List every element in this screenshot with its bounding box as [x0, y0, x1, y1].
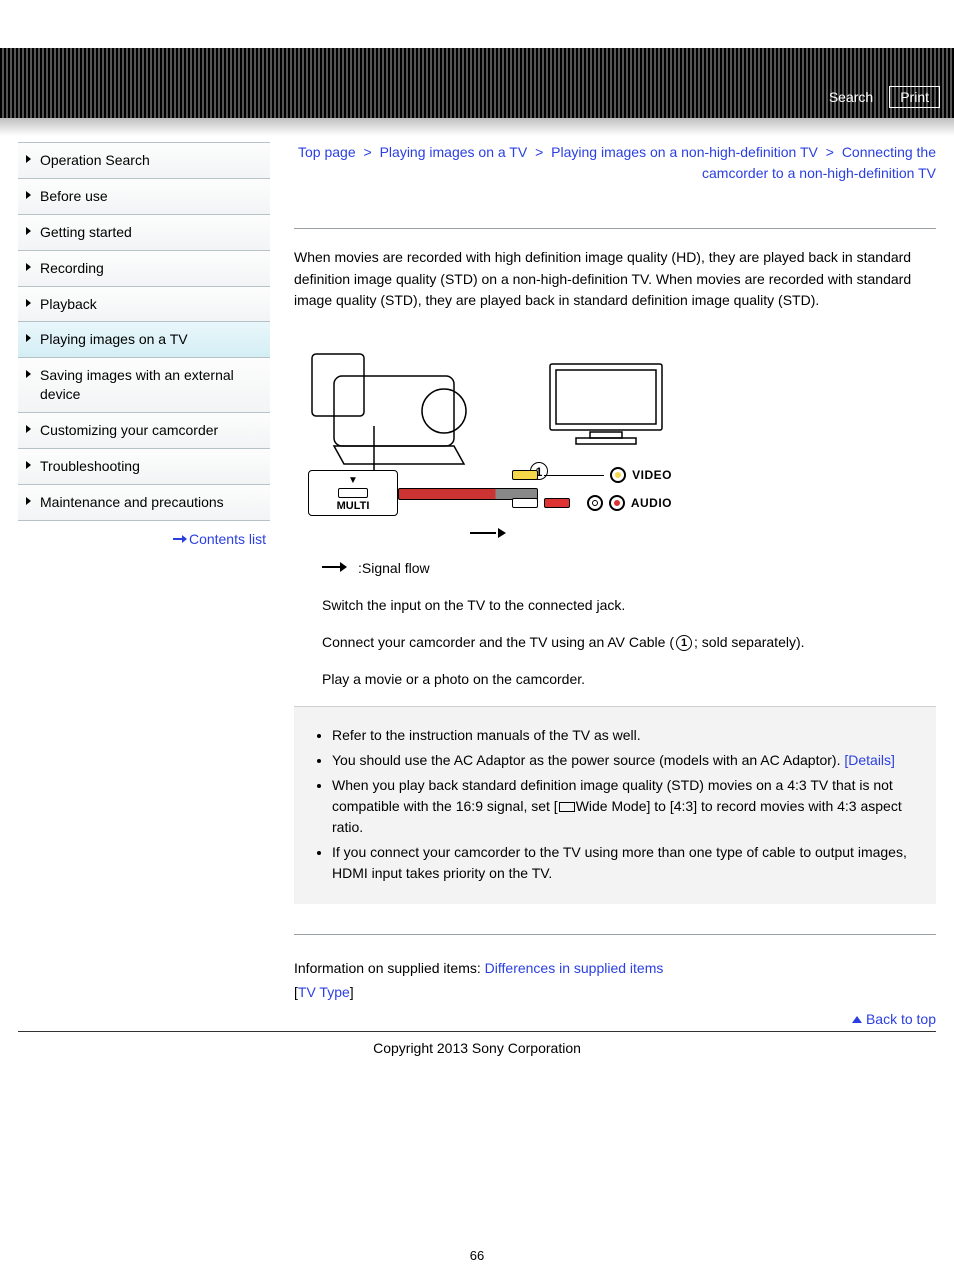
multi-port-icon — [338, 488, 368, 498]
breadcrumb-nonhd[interactable]: Playing images on a non-high-definition … — [551, 144, 818, 160]
sidebar-item-maintenance[interactable]: Maintenance and precautions — [18, 485, 270, 521]
camcorder-icon — [304, 336, 494, 484]
supplied-lead: Information on supplied items: — [294, 960, 485, 976]
note-3: When you play back standard definition i… — [332, 775, 920, 838]
steps: :Signal flow Switch the input on the TV … — [294, 558, 936, 690]
print-button[interactable]: Print — [889, 86, 940, 108]
sidebar-list: Operation Search Before use Getting star… — [18, 142, 270, 521]
breadcrumb: Top page > Playing images on a TV > Play… — [294, 142, 936, 184]
bracket-close: ] — [350, 984, 354, 1000]
signal-flow-legend: :Signal flow — [322, 558, 936, 579]
triangle-down-icon: ▼ — [309, 475, 397, 486]
triangle-up-icon — [852, 1016, 862, 1023]
search-button[interactable]: Search — [821, 87, 881, 107]
breadcrumb-playing[interactable]: Playing images on a TV — [380, 144, 528, 160]
rca-red-icon — [544, 498, 570, 508]
copyright: Copyright 2013 Sony Corporation — [0, 1040, 954, 1056]
breadcrumb-top[interactable]: Top page — [298, 144, 356, 160]
step-3: Play a movie or a photo on the camcorder… — [322, 669, 936, 690]
signal-flow-icon — [322, 562, 352, 572]
sidebar-item-playback[interactable]: Playback — [18, 287, 270, 323]
sidebar-item-recording[interactable]: Recording — [18, 251, 270, 287]
sidebar-item-operation-search[interactable]: Operation Search — [18, 143, 270, 179]
back-to-top-wrap: Back to top — [294, 1011, 936, 1027]
intro-paragraph: When movies are recorded with high defin… — [294, 247, 936, 312]
sidebar-item-before-use[interactable]: Before use — [18, 179, 270, 215]
header-band: Search Print — [0, 48, 954, 118]
back-to-top-link[interactable]: Back to top — [852, 1011, 936, 1027]
differences-link[interactable]: Differences in supplied items — [485, 960, 664, 976]
connection-diagram: ▼ MULTI 1 VIDEO AU — [298, 330, 678, 540]
details-link[interactable]: [Details] — [844, 752, 895, 768]
sidebar: Operation Search Before use Getting star… — [18, 142, 270, 1027]
main-content: Top page > Playing images on a TV > Play… — [294, 142, 936, 1027]
sidebar-item-troubleshooting[interactable]: Troubleshooting — [18, 449, 270, 485]
supplied-info: Information on supplied items: Differenc… — [294, 957, 936, 1005]
multi-port-box: ▼ MULTI — [308, 470, 398, 516]
audio-jack-row: AUDIO — [512, 492, 672, 514]
sidebar-item-playing-on-tv[interactable]: Playing images on a TV — [18, 322, 270, 358]
multi-label: MULTI — [309, 500, 397, 512]
signal-arrow-icon — [470, 528, 506, 538]
divider — [294, 228, 936, 229]
sidebar-item-getting-started[interactable]: Getting started — [18, 215, 270, 251]
rca-yellow-icon — [512, 470, 538, 480]
video-jack-row: VIDEO — [512, 464, 672, 486]
notes-box: Refer to the instruction manuals of the … — [294, 706, 936, 904]
divider — [294, 934, 936, 935]
breadcrumb-sep: > — [364, 144, 372, 160]
video-ring-icon — [610, 467, 626, 483]
callout-1-inline-icon: 1 — [676, 635, 692, 651]
tv-type-link[interactable]: TV Type — [298, 984, 350, 1000]
breadcrumb-sep: > — [535, 144, 543, 160]
footer-divider — [18, 1031, 936, 1032]
step-1: Switch the input on the TV to the connec… — [322, 595, 936, 616]
sidebar-item-customizing[interactable]: Customizing your camcorder — [18, 413, 270, 449]
audio-ring-red-icon — [609, 495, 625, 511]
wide-mode-icon — [559, 802, 575, 812]
contents-list-link-wrap: Contents list — [18, 521, 270, 547]
video-label: VIDEO — [632, 468, 672, 482]
page-number: 66 — [0, 1248, 954, 1263]
note-1: Refer to the instruction manuals of the … — [332, 725, 920, 746]
audio-label: AUDIO — [631, 496, 672, 510]
step-2: Connect your camcorder and the TV using … — [322, 632, 936, 653]
contents-list-link[interactable]: Contents list — [173, 531, 266, 547]
audio-ring-white-icon — [587, 495, 603, 511]
note-4: If you connect your camcorder to the TV … — [332, 842, 920, 884]
tv-icon — [546, 360, 666, 448]
rca-white-icon — [512, 498, 538, 508]
note-2: You should use the AC Adaptor as the pow… — [332, 750, 920, 771]
breadcrumb-sep: > — [826, 144, 834, 160]
arrow-right-icon — [173, 535, 187, 543]
sidebar-item-saving-external[interactable]: Saving images with an external device — [18, 358, 270, 413]
